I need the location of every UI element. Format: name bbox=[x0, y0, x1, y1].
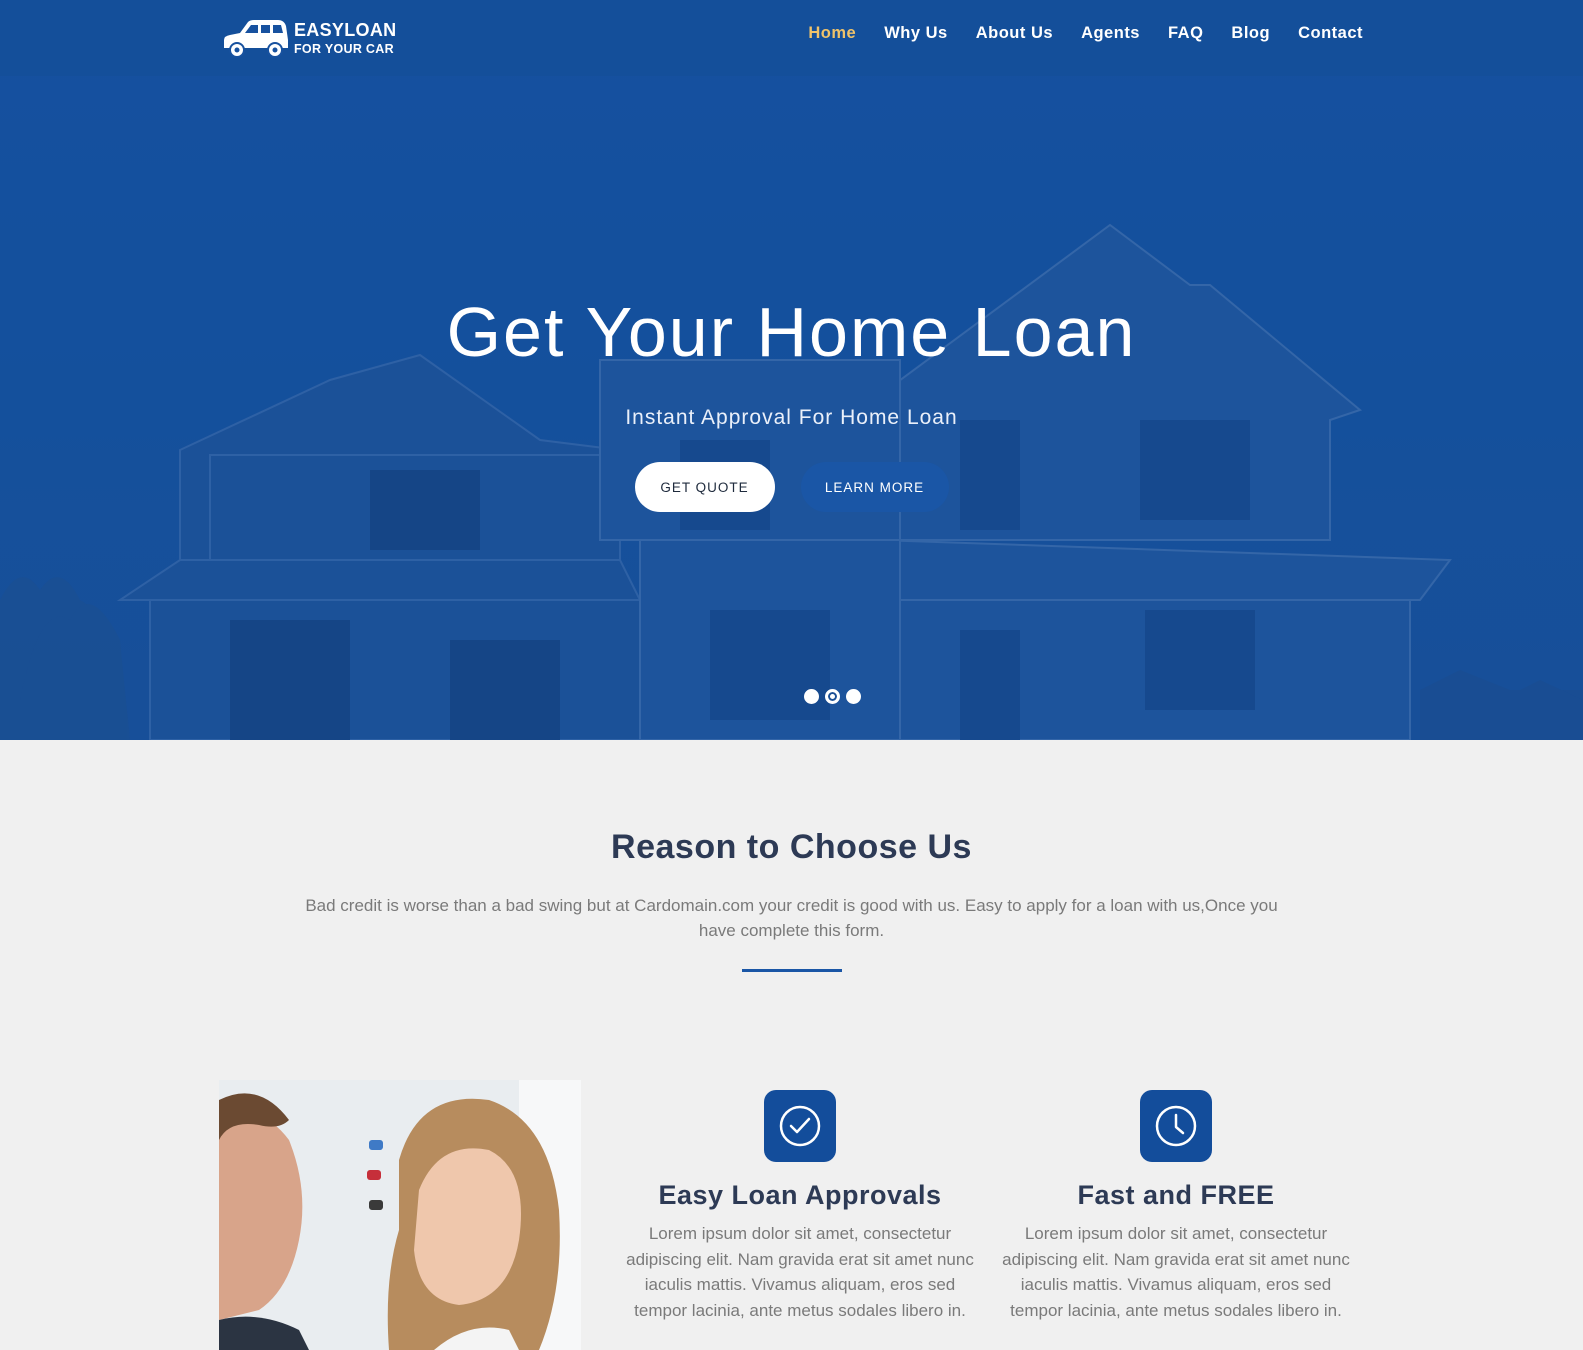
hero-subtitle: Instant Approval For Home Loan bbox=[625, 406, 958, 429]
nav-faq[interactable]: FAQ bbox=[1168, 24, 1203, 43]
learn-more-button[interactable]: LEARN MORE bbox=[800, 462, 949, 512]
nav-contact[interactable]: Contact bbox=[1298, 24, 1363, 43]
nav-home[interactable]: Home bbox=[808, 24, 856, 43]
main-nav: Home Why Us About Us Agents FAQ Blog Con… bbox=[780, 24, 1363, 43]
check-circle-icon bbox=[764, 1090, 836, 1162]
car-icon bbox=[224, 20, 288, 58]
nav-about-us[interactable]: About Us bbox=[976, 24, 1053, 43]
feature-text: Lorem ipsum dolor sit amet, consectetur … bbox=[626, 1224, 974, 1320]
brand-name: EASYLOAN bbox=[294, 19, 397, 40]
couple-photo bbox=[219, 1080, 581, 1350]
section-description: Bad credit is worse than a bad swing but… bbox=[305, 896, 1278, 940]
hero-buttons: GET QUOTE LEARN MORE bbox=[0, 462, 1583, 512]
nav-blog[interactable]: Blog bbox=[1231, 24, 1270, 43]
section-divider bbox=[741, 969, 842, 972]
couple-photo-illustration bbox=[219, 1080, 581, 1350]
section-title: Reason to Choose Us bbox=[611, 828, 972, 866]
brand-text: EASYLOAN FOR YOUR CAR bbox=[294, 21, 396, 56]
get-quote-button[interactable]: GET QUOTE bbox=[634, 462, 775, 512]
feature-text: Lorem ipsum dolor sit amet, consectetur … bbox=[1002, 1224, 1350, 1320]
brand-logo[interactable]: EASYLOAN FOR YOUR CAR bbox=[220, 16, 396, 60]
feature-title: Easy Loan Approvals bbox=[658, 1180, 942, 1210]
hero-content: Get Your Home Loan Instant Approval For … bbox=[0, 290, 1583, 512]
page: Get Your Home Loan Instant Approval For … bbox=[0, 0, 1583, 1350]
clock-icon bbox=[1140, 1090, 1212, 1162]
hero-slider: Get Your Home Loan Instant Approval For … bbox=[0, 0, 1583, 740]
slider-dot-2[interactable] bbox=[825, 689, 840, 704]
nav-agents[interactable]: Agents bbox=[1081, 24, 1140, 43]
slider-dot-1[interactable] bbox=[804, 689, 819, 704]
feature-card-2: Fast and FREE Lorem ipsum dolor sit amet… bbox=[1001, 1090, 1351, 1323]
feature-card-1: Easy Loan Approvals Lorem ipsum dolor si… bbox=[625, 1090, 975, 1323]
brand-tagline: FOR YOUR CAR bbox=[294, 41, 394, 56]
hero-title: Get Your Home Loan bbox=[446, 293, 1137, 371]
reason-section: Reason to Choose Us Bad credit is worse … bbox=[0, 740, 1583, 972]
slider-dot-3[interactable] bbox=[846, 689, 861, 704]
feature-title: Fast and FREE bbox=[1077, 1180, 1275, 1210]
site-header: EASYLOAN FOR YOUR CAR Home Why Us About … bbox=[0, 0, 1583, 76]
nav-why-us[interactable]: Why Us bbox=[884, 24, 948, 43]
slider-dots bbox=[804, 689, 861, 704]
